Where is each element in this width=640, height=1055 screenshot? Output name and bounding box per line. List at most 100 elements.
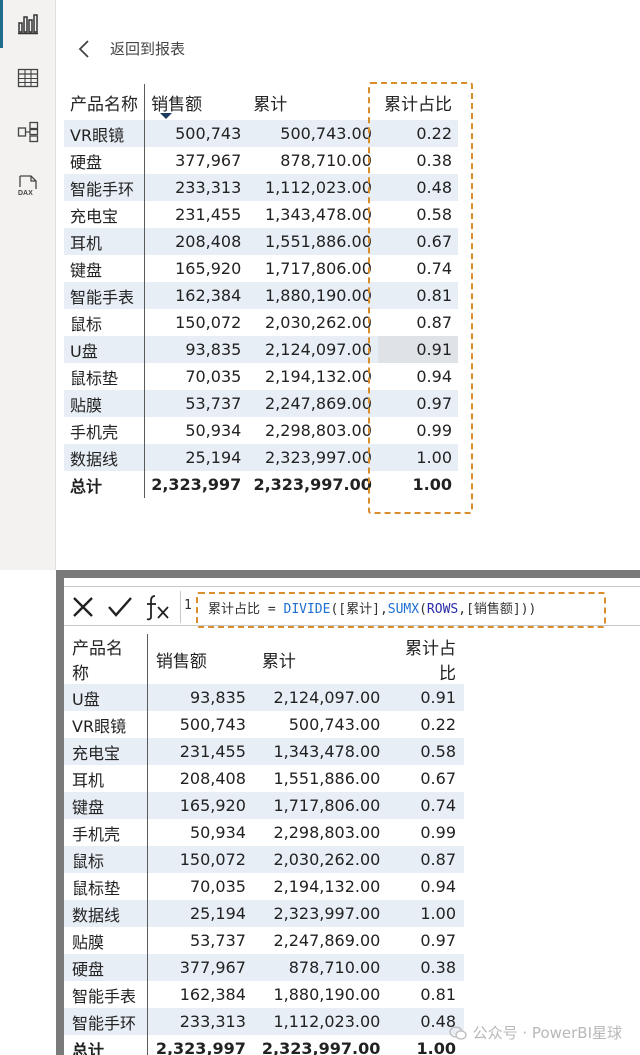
formula-fn-divide: DIVIDE: [283, 602, 331, 617]
cell-cumulative: 1,343,478.00: [247, 201, 378, 228]
cell-cumulative-share: 0.91: [377, 336, 458, 363]
table-row[interactable]: 手机壳 50,934 2,298,803.00 0.99: [64, 417, 458, 444]
cell-cumulative: 2,323,997.00: [247, 444, 378, 471]
table-row[interactable]: 数据线 25,194 2,323,997.00 1.00: [64, 900, 464, 927]
cell-product: 鼠标垫: [64, 363, 146, 390]
table-row[interactable]: 键盘 165,920 1,717,806.00 0.74: [64, 792, 464, 819]
cell-sales: 53,737: [144, 390, 248, 417]
result-header-cumulative-share[interactable]: 累计占比: [388, 634, 464, 684]
table-row[interactable]: VR眼镜 500,743 500,743.00 0.22: [64, 120, 458, 147]
cell-cumulative-share: 0.99: [377, 417, 458, 444]
cell-cumulative-share: 0.22: [377, 120, 458, 147]
cell-cumulative: 1,880,190.00: [247, 282, 378, 309]
dax-query-view-icon[interactable]: DAX: [16, 174, 40, 198]
ranked-table-visual[interactable]: 产品名称 销售额 累计 累计占比 VR眼镜 500,743 500,743.00 0.…: [64, 84, 458, 498]
table-row[interactable]: 数据线 25,194 2,323,997.00 1.00: [64, 444, 458, 471]
cell-product: U盘: [64, 336, 146, 363]
total-sales: 2,323,997: [144, 471, 248, 498]
cell-cumulative-share: 0.94: [388, 873, 464, 900]
cell-cumulative-share: 0.48: [377, 174, 458, 201]
table-view-icon[interactable]: [16, 66, 40, 90]
cell-cumulative: 1,112,023.00: [247, 174, 378, 201]
cell-product: 智能手环: [64, 174, 146, 201]
cell-sales: 165,920: [147, 792, 254, 819]
active-view-indicator: [0, 0, 3, 48]
cell-product: 键盘: [64, 255, 146, 282]
cell-sales: 25,194: [147, 900, 254, 927]
table-row[interactable]: 鼠标垫 70,035 2,194,132.00 0.94: [64, 363, 458, 390]
cell-sales: 150,072: [147, 846, 254, 873]
table-row[interactable]: 充电宝 231,455 1,343,478.00 0.58: [64, 738, 464, 765]
table-row[interactable]: 硬盘 377,967 878,710.00 0.38: [64, 147, 458, 174]
column-header-product[interactable]: 产品名称: [64, 84, 146, 120]
table-row[interactable]: VR眼镜 500,743 500,743.00 0.22: [64, 711, 464, 738]
cell-cumulative-share: 0.97: [388, 927, 464, 954]
table-row[interactable]: 贴膜 53,737 2,247,869.00 0.97: [64, 390, 458, 417]
cell-cumulative: 2,194,132.00: [253, 873, 389, 900]
table-row[interactable]: 鼠标 150,072 2,030,262.00 0.87: [64, 846, 464, 873]
result-header-row: 产品名称 销售额 累计 累计占比: [64, 634, 464, 684]
cell-sales: 500,743: [144, 120, 248, 147]
cell-sales: 208,408: [147, 765, 254, 792]
table-row[interactable]: 耳机 208,408 1,551,886.00 0.67: [64, 765, 464, 792]
table-row[interactable]: 鼠标 150,072 2,030,262.00 0.87: [64, 309, 458, 336]
column-header-cumulative-share[interactable]: 累计占比: [377, 84, 458, 120]
formula-bar-divider: [180, 591, 181, 623]
table-row[interactable]: 充电宝 231,455 1,343,478.00 0.58: [64, 201, 458, 228]
table-row[interactable]: 耳机 208,408 1,551,886.00 0.67: [64, 228, 458, 255]
formula-column-sales: [销售额]: [466, 602, 521, 617]
cell-cumulative-share: 0.74: [377, 255, 458, 282]
result-header-sales[interactable]: 销售额: [147, 634, 254, 684]
cell-product: 手机壳: [64, 819, 148, 846]
table-row[interactable]: 贴膜 53,737 2,247,869.00 0.97: [64, 927, 464, 954]
cell-cumulative: 500,743.00: [247, 120, 378, 147]
table-row[interactable]: 智能手表 162,384 1,880,190.00 0.81: [64, 282, 458, 309]
result-header-product[interactable]: 产品名称: [64, 634, 148, 684]
cell-cumulative: 878,710.00: [247, 147, 378, 174]
table-row[interactable]: 智能手表 162,384 1,880,190.00 0.81: [64, 981, 464, 1008]
cell-product: 智能手环: [64, 1008, 148, 1035]
cell-product: 智能手表: [64, 981, 148, 1008]
commit-formula-icon[interactable]: [106, 594, 134, 620]
cell-sales: 231,455: [144, 201, 248, 228]
query-result-table[interactable]: 产品名称 销售额 累计 累计占比 U盘 93,835 2,124,097.00 0.9…: [64, 634, 464, 1055]
table-row[interactable]: 鼠标垫 70,035 2,194,132.00 0.94: [64, 873, 464, 900]
cell-cumulative: 2,030,262.00: [247, 309, 378, 336]
result-header-cumulative[interactable]: 累计: [254, 634, 388, 684]
cancel-formula-icon[interactable]: [70, 594, 96, 620]
function-fx-icon[interactable]: [144, 593, 170, 621]
cell-sales: 50,934: [144, 417, 248, 444]
formula-column-cumulative: [累计]: [338, 602, 380, 617]
column-header-cumulative[interactable]: 累计: [247, 84, 378, 120]
table-row[interactable]: 智能手环 233,313 1,112,023.00 0.48: [64, 174, 458, 201]
wechat-icon: [448, 1025, 467, 1040]
table-header-row: 产品名称 销售额 累计 累计占比: [64, 84, 458, 120]
cell-product: 耳机: [64, 765, 148, 792]
table-row[interactable]: 手机壳 50,934 2,298,803.00 0.99: [64, 819, 464, 846]
table-row[interactable]: 硬盘 377,967 878,710.00 0.38: [64, 954, 464, 981]
cell-product: 耳机: [64, 228, 146, 255]
model-view-icon[interactable]: [16, 120, 40, 144]
table-row[interactable]: U盘 93,835 2,124,097.00 0.91: [64, 684, 464, 711]
cell-cumulative: 2,247,869.00: [247, 390, 378, 417]
dax-formula-text[interactable]: 累计占比 = DIVIDE([累计],SUMX(ROWS,[销售额])): [208, 598, 536, 617]
total-cumulative: 2,323,997.00: [247, 471, 378, 498]
table-row[interactable]: 智能手环 233,313 1,112,023.00 0.48: [64, 1008, 464, 1035]
formula-fn-sumx: SUMX: [387, 602, 420, 617]
report-view-icon[interactable]: [16, 12, 40, 36]
back-to-report-button[interactable]: 返回到报表: [78, 38, 185, 59]
table-row[interactable]: U盘 93,835 2,124,097.00 0.91: [64, 336, 458, 363]
table-row[interactable]: 键盘 165,920 1,717,806.00 0.74: [64, 255, 458, 282]
cell-cumulative-share: 0.87: [377, 309, 458, 336]
total-cumulative: 2,323,997.00: [253, 1035, 389, 1055]
cell-cumulative: 878,710.00: [253, 954, 389, 981]
formula-bar[interactable]: 1 累计占比 = DIVIDE([累计],SUMX(ROWS,[销售额])): [64, 586, 640, 628]
cell-cumulative-share: 0.87: [388, 846, 464, 873]
cell-cumulative: 1,717,806.00: [253, 792, 389, 819]
result-table-body: U盘 93,835 2,124,097.00 0.91 VR眼镜 500,743 500,7…: [64, 684, 464, 1055]
sort-descending-icon[interactable]: [160, 113, 172, 119]
cell-cumulative: 2,124,097.00: [247, 336, 378, 363]
cell-cumulative: 1,880,190.00: [253, 981, 389, 1008]
cell-cumulative: 2,323,997.00: [253, 900, 389, 927]
cell-cumulative: 1,112,023.00: [253, 1008, 389, 1035]
